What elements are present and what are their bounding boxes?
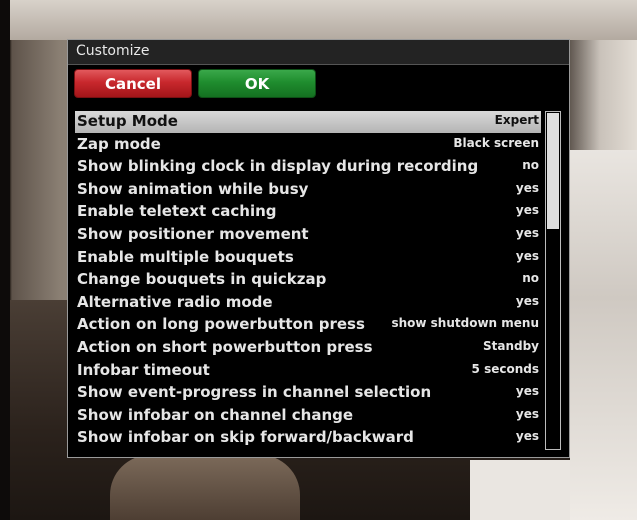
setting-value[interactable]: yes (516, 429, 539, 443)
setting-label: Enable teletext caching (77, 202, 277, 220)
setting-row[interactable]: Zap mode Black screen (75, 134, 541, 156)
setting-value[interactable]: 5 seconds (472, 362, 539, 376)
setting-row[interactable]: Action on short powerbutton press Standby (75, 337, 541, 359)
setting-row[interactable]: Show animation while busy yes (75, 179, 541, 201)
setting-label: Setup Mode (77, 112, 178, 130)
setting-label: Enable multiple bouquets (77, 248, 294, 266)
setting-value[interactable]: no (522, 271, 539, 285)
setting-value[interactable]: Expert (495, 113, 539, 127)
setting-label: Show animation while busy (77, 180, 309, 198)
setting-row[interactable]: Setup Mode Expert (75, 111, 541, 133)
setting-value[interactable]: yes (516, 407, 539, 421)
setting-value[interactable]: show shutdown menu (391, 316, 539, 330)
setting-row[interactable]: Enable multiple bouquets yes (75, 247, 541, 269)
setting-row[interactable]: Enable teletext caching yes (75, 201, 541, 223)
setting-value[interactable]: yes (516, 294, 539, 308)
setting-label: Action on long powerbutton press (77, 315, 365, 333)
setting-label: Action on short powerbutton press (77, 338, 373, 356)
background-chair (110, 455, 300, 520)
setting-row[interactable]: Show positioner movement yes (75, 224, 541, 246)
settings-scrollbar[interactable] (545, 111, 561, 450)
setting-row[interactable]: Action on long powerbutton press show shu… (75, 314, 541, 336)
scrollbar-thumb[interactable] (547, 113, 559, 229)
setting-label: Show blinking clock in display during re… (77, 157, 479, 175)
setting-row[interactable]: Show event-progress in channel selection… (75, 382, 541, 404)
background-ceiling (0, 0, 637, 40)
setting-value[interactable]: Standby (483, 339, 539, 353)
dialog-titlebar: Customize (68, 40, 569, 65)
setting-value[interactable]: yes (516, 226, 539, 240)
ok-button[interactable]: OK (198, 69, 316, 98)
setting-label: Zap mode (77, 135, 161, 153)
background-shelf (570, 150, 637, 520)
setting-row[interactable]: Show infobar on channel change yes (75, 405, 541, 427)
setting-value[interactable]: yes (516, 181, 539, 195)
background-table (470, 460, 570, 520)
settings-list[interactable]: Setup Mode Expert Zap mode Black screen Show… (75, 111, 541, 451)
setting-value[interactable]: yes (516, 249, 539, 263)
setting-label: Show infobar on channel change (77, 406, 354, 424)
setting-row[interactable]: Show infobar on skip forward/backward yes (75, 427, 541, 449)
setting-value[interactable]: Black screen (453, 136, 539, 150)
setting-label: Alternative radio mode (77, 293, 273, 311)
setting-row[interactable]: Alternative radio mode yes (75, 292, 541, 314)
setting-label: Show infobar on skip forward/backward (77, 428, 414, 446)
setting-label: Show positioner movement (77, 225, 309, 243)
customize-dialog: Customize Cancel OK Setup Mode Expert Zap … (67, 39, 570, 458)
setting-label: Change bouquets in quickzap (77, 270, 327, 288)
cancel-button[interactable]: Cancel (74, 69, 192, 98)
setting-row[interactable]: Show blinking clock in display during re… (75, 156, 541, 178)
setting-label: Show event-progress in channel selection (77, 383, 432, 401)
setting-value[interactable]: yes (516, 384, 539, 398)
setting-row[interactable]: Change bouquets in quickzap no (75, 269, 541, 291)
dialog-title: Customize (76, 43, 150, 59)
setting-value[interactable]: yes (516, 203, 539, 217)
setting-row[interactable]: Infobar timeout 5 seconds (75, 360, 541, 382)
background-frame (0, 0, 10, 520)
setting-label: Infobar timeout (77, 361, 210, 379)
setting-value[interactable]: no (522, 158, 539, 172)
